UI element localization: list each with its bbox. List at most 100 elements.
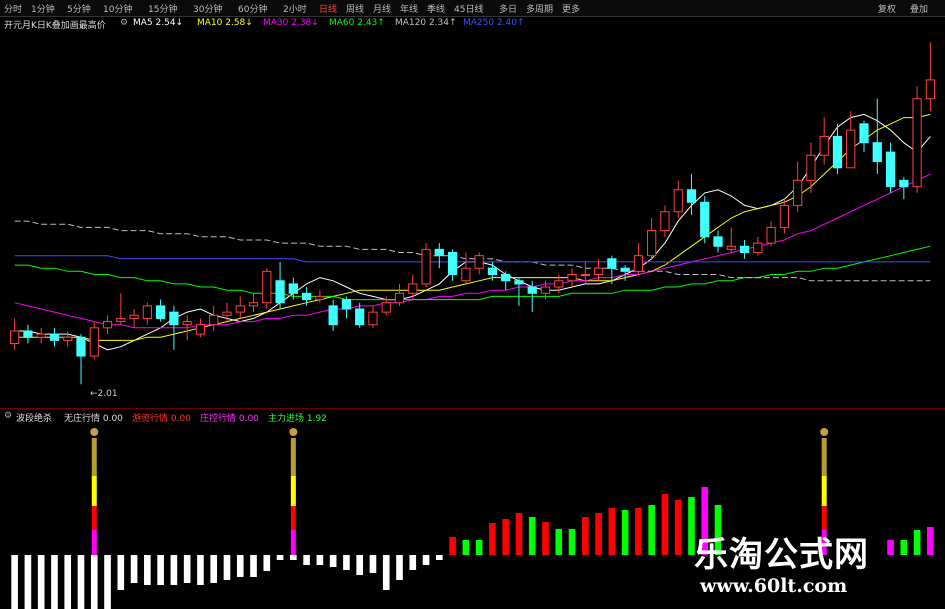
indicator-bar xyxy=(77,555,85,609)
indicator-bar xyxy=(489,523,496,555)
indicator-bar xyxy=(449,537,456,555)
indicator-legend-item-1: 游资行情 0.00 xyxy=(132,414,191,424)
indicator-bar xyxy=(276,555,284,560)
tab-3[interactable]: 10分钟 xyxy=(103,2,132,15)
candle-body xyxy=(49,333,60,341)
candlestick-chart[interactable] xyxy=(0,30,945,408)
indicator-bar xyxy=(581,517,589,555)
tab-6[interactable]: 60分钟 xyxy=(238,2,267,15)
indicator-title: 波段绝杀 xyxy=(16,414,53,424)
candle-body xyxy=(434,248,444,257)
tab-13[interactable]: 45日线 xyxy=(454,2,483,15)
indicator-bar xyxy=(236,555,244,577)
candle-body xyxy=(501,273,511,282)
tab-7[interactable]: 2小时 xyxy=(283,2,307,15)
indicator-bar xyxy=(648,505,655,555)
indicator-bar xyxy=(475,540,483,555)
candle-body xyxy=(36,333,46,338)
indicator-bar xyxy=(436,555,443,560)
tab-9[interactable]: 周线 xyxy=(346,2,364,15)
tab-4[interactable]: 15分钟 xyxy=(148,2,177,15)
signal-marker xyxy=(90,428,99,436)
ma-legend-ma30: MA30 2.38↓ xyxy=(263,18,319,28)
indicator-bar xyxy=(37,555,45,609)
signal-column xyxy=(290,438,296,476)
indicator-bar xyxy=(661,494,669,555)
indicator-bar xyxy=(130,555,138,583)
tab-5[interactable]: 30分钟 xyxy=(193,2,222,15)
candle-body xyxy=(713,236,723,247)
indicator-bar xyxy=(290,555,297,560)
tab-10[interactable]: 月线 xyxy=(373,2,391,15)
candle-body xyxy=(235,305,245,313)
candle-body xyxy=(700,201,710,238)
candle-body xyxy=(739,245,750,254)
candle-body xyxy=(275,280,285,304)
candle-body xyxy=(328,305,338,326)
signal-column xyxy=(91,506,97,530)
indicator-bar xyxy=(356,555,364,575)
ma-legend-ma120: MA120 2.34↑ xyxy=(395,18,457,28)
candle-body xyxy=(341,299,352,310)
candle-body xyxy=(368,311,378,326)
tab-0[interactable]: 分时 xyxy=(4,2,22,15)
indicator-bar xyxy=(635,508,642,555)
indicator-bar xyxy=(409,555,417,570)
candle-body xyxy=(607,258,617,269)
indicator-bar xyxy=(11,555,18,609)
indicator-bar xyxy=(90,555,98,609)
tab-2[interactable]: 5分钟 xyxy=(67,2,91,15)
line-ma60 xyxy=(14,245,931,301)
watermark-url: www.60lt.com xyxy=(700,575,848,597)
candle-body xyxy=(885,151,896,188)
candle-body xyxy=(779,204,789,228)
candle-body xyxy=(806,154,816,181)
line-ma30 xyxy=(14,173,931,329)
indicator-legend-item-3: 主力进场 1.92 xyxy=(268,414,327,424)
indicator-bar xyxy=(462,540,470,555)
candle-body xyxy=(647,230,657,257)
candle-body xyxy=(408,283,418,294)
candle-body xyxy=(580,273,590,276)
candle-body xyxy=(169,311,179,326)
candle-body xyxy=(912,98,922,188)
indicator-bar xyxy=(170,555,178,585)
settings-icon[interactable]: ⚙ xyxy=(120,18,128,28)
indicator-bar xyxy=(197,555,204,585)
candle-body xyxy=(832,135,843,169)
indicator-bar xyxy=(117,555,125,590)
indicator-bar xyxy=(595,513,602,555)
tab-16[interactable]: 更多 xyxy=(562,2,580,15)
watermark-title: 乐淘公式网 xyxy=(694,535,869,575)
low-price-label: ←2.01 xyxy=(90,389,118,399)
candle-body xyxy=(10,330,20,345)
tab-12[interactable]: 季线 xyxy=(427,2,445,15)
tab-1[interactable]: 1分钟 xyxy=(31,2,55,15)
candle-body xyxy=(381,302,391,313)
signal-column xyxy=(290,476,296,506)
tab-14[interactable]: 多日 xyxy=(499,2,517,15)
indicator-bar xyxy=(621,510,629,555)
indicator-settings-icon[interactable]: ⚙ xyxy=(4,411,12,421)
tab-8[interactable]: 日线 xyxy=(319,2,337,15)
indicator-bar xyxy=(64,555,72,609)
signal-column xyxy=(821,476,827,506)
candle-body xyxy=(593,267,604,275)
indicator-bar xyxy=(515,513,523,555)
ma-legend-ma60: MA60 2.43↑ xyxy=(329,18,385,28)
indicator-bar xyxy=(157,555,164,585)
ma-legend-ma250: MA250 2.40↑ xyxy=(463,18,525,28)
candle-body xyxy=(129,314,139,319)
candle-body xyxy=(819,135,829,156)
indicator-bar xyxy=(542,522,549,555)
indicator-bar xyxy=(343,555,350,570)
signal-marker xyxy=(289,428,298,436)
tab-15[interactable]: 多周期 xyxy=(526,2,553,15)
tab-11[interactable]: 年线 xyxy=(400,2,418,15)
indicator-bar xyxy=(369,555,377,573)
candle-body xyxy=(514,280,524,285)
candle-body xyxy=(102,321,113,329)
right-tab-0[interactable]: 复权 xyxy=(878,2,896,15)
right-tab-1[interactable]: 叠加 xyxy=(910,2,928,15)
indicator-legend-item-2: 庄控行情 0.00 xyxy=(200,414,259,424)
